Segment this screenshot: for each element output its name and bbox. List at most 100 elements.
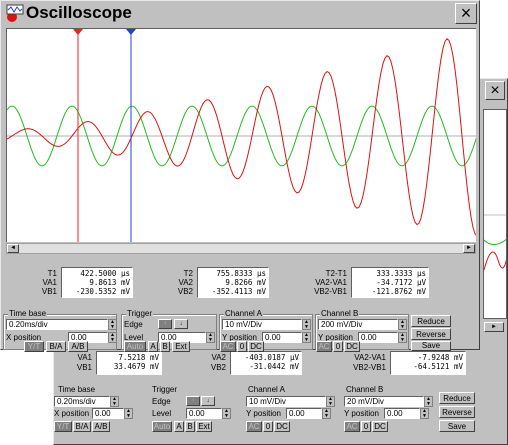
scope-display (7, 29, 476, 242)
back-channel-a-zero-button[interactable]: 0 (263, 421, 273, 432)
back-auto-button[interactable]: Auto (152, 421, 172, 432)
reverse-button[interactable]: Reverse (411, 328, 451, 340)
va2-value: 9.8266 mV (225, 278, 266, 287)
back-scroll-right-button[interactable]: ► (484, 322, 504, 332)
back-channel-b-ypos-field[interactable]: 0.00 (384, 408, 420, 419)
back-trig-a-button[interactable]: A (174, 421, 184, 432)
back-timebase-field[interactable]: 0.20ms/div (54, 396, 110, 407)
readout-t2: 755.8333 µs 9.8266 mV -352.4113 mV (197, 267, 269, 298)
save-button[interactable]: Save (411, 341, 451, 351)
scroll-right-button[interactable]: ► (463, 244, 475, 253)
back-timebase-title: Time base (58, 385, 96, 394)
va1-value: 9.8613 mV (89, 278, 130, 287)
back-level-field[interactable]: 0.00 (186, 408, 222, 419)
readout-delta: 333.3333 µs -34.7172 µV -121.8762 mV (351, 267, 429, 298)
back-ab-button[interactable]: A/B (92, 421, 110, 432)
back-channel-a-ypos-spinner[interactable]: ▲ ▼ (322, 408, 331, 419)
channel-a-scale-field[interactable]: 10 mV/Div (222, 319, 302, 330)
back-channel-b-dc-button[interactable]: DC (372, 421, 388, 432)
scroll-left-button[interactable]: ◄ (7, 244, 19, 253)
channel-b-scale-spinner[interactable]: ▲ ▼ (398, 319, 407, 330)
back-channel-b-spinner[interactable]: ▲ ▼ (424, 396, 433, 407)
back-reduce-button[interactable]: Reduce (439, 392, 475, 404)
back-label-vb1: VB1 (76, 363, 92, 372)
back-level-label: Level (152, 409, 172, 418)
label-t1: T1 (47, 269, 57, 278)
back-channel-a-title: Channel A (248, 385, 285, 394)
label-va1: VA1 (42, 278, 57, 287)
back-readout-b: -403.0187 µV -31.0442 mV (230, 351, 302, 375)
back-channel-a-field[interactable]: 10 mV/Div (246, 396, 326, 407)
back-channel-b-ac-button[interactable]: AC (344, 421, 360, 432)
front-bottom-controls: Y/T B/A A/B Auto A B Ext AC 0 DC (0, 340, 264, 352)
back-channel-b-ypos-spinner[interactable]: ▲ ▼ (420, 408, 429, 419)
front-bottom-controls-b: AC 0 DC (316, 340, 376, 352)
oscilloscope-icon (6, 4, 24, 22)
back-reverse-button[interactable]: Reverse (439, 406, 475, 418)
trig-ext-button[interactable]: Ext (172, 341, 190, 352)
timebase-spinner[interactable]: ▲ ▼ (108, 319, 117, 330)
channel-a-ypos-spinner[interactable]: ▲ ▼ (302, 332, 311, 343)
cursor-1-handle[interactable] (73, 29, 83, 35)
scope-screen (6, 28, 476, 242)
channel-a-zero-button[interactable]: 0 (237, 341, 247, 352)
back-close-button[interactable]: × (485, 81, 505, 100)
channel-a-ypos-field[interactable]: 0.00 (262, 332, 302, 343)
back-ba-button[interactable]: B/A (73, 421, 91, 432)
cursor-2-handle[interactable] (126, 29, 136, 35)
label-vb2: VB2 (177, 287, 193, 296)
label-vb1: VB1 (41, 287, 57, 296)
channel-b-ac-button[interactable]: AC (316, 341, 332, 352)
channel-a-scale-spinner[interactable]: ▲ ▼ (302, 319, 311, 330)
back-label-va2: VA2 (211, 353, 226, 362)
channel-b-trace (7, 38, 476, 236)
back-channel-a-spinner[interactable]: ▲ ▼ (326, 396, 335, 407)
t1-value: 422.5000 µs (80, 269, 130, 278)
back-edge-rising-button[interactable]: ↑ (186, 396, 200, 406)
trig-a-button[interactable]: A (148, 341, 158, 352)
label-va2: VA2 (178, 278, 193, 287)
channel-b-zero-button[interactable]: 0 (333, 341, 343, 352)
channel-b-dc-button[interactable]: DC (344, 341, 360, 352)
back-channel-a-ac-button[interactable]: AC (246, 421, 262, 432)
back-edge-label: Edge (152, 397, 171, 406)
back-channel-b-zero-button[interactable]: 0 (361, 421, 371, 432)
back-channel-b-field[interactable]: 20 mV/Div (344, 396, 424, 407)
ab-button[interactable]: A/B (68, 341, 88, 352)
back-label-va2-va1: VA2-VA1 (354, 353, 386, 362)
back-trig-ext-button[interactable]: Ext (196, 421, 212, 432)
back-yt-button[interactable]: Y/T (54, 421, 72, 432)
vb1-value: -230.5352 mV (75, 287, 130, 296)
edge-falling-button[interactable]: ↓ (174, 319, 188, 329)
yt-button[interactable]: Y/T (24, 341, 44, 352)
back-xpos-field[interactable]: 0.00 (92, 408, 124, 419)
back-channel-a-ypos-field[interactable]: 0.00 (286, 408, 322, 419)
horizontal-scrollbar[interactable]: ◄ ► (6, 243, 476, 254)
close-button[interactable]: × (455, 3, 477, 24)
back-save-button[interactable]: Save (439, 420, 475, 432)
reduce-button[interactable]: Reduce (411, 315, 451, 327)
back-trig-b-button[interactable]: B (185, 421, 195, 432)
back-va2-va1-value: -7.9248 mV (417, 353, 463, 362)
auto-button[interactable]: Auto (124, 341, 146, 352)
back-va2-value: -403.0187 µV (244, 353, 299, 362)
edge-rising-button[interactable]: ↑ (158, 319, 172, 329)
back-channel-b-title: Channel B (346, 385, 384, 394)
channel-b-ypos-spinner[interactable]: ▲ ▼ (398, 332, 407, 343)
channel-b-title: Channel B (320, 309, 360, 319)
back-channel-a-dc-button[interactable]: DC (274, 421, 290, 432)
timebase-field[interactable]: 0.20ms/div (6, 319, 108, 330)
back-channel-b-group: Channel B 20 mV/Div ▲ ▼ Y position 0.00 ▲… (344, 385, 434, 432)
channel-a-dc-button[interactable]: DC (248, 341, 264, 352)
channel-b-scale-field[interactable]: 200 mV/Div (318, 319, 398, 330)
readout-t1: 422.5000 µs 9.8613 mV -230.5352 mV (61, 267, 133, 298)
back-vb2-value: -31.0442 mV (249, 362, 299, 371)
back-edge-falling-button[interactable]: ↓ (201, 396, 215, 406)
ba-button[interactable]: B/A (46, 341, 66, 352)
back-timebase-spinner[interactable]: ▲ ▼ (110, 396, 119, 407)
back-vb1-value: 33.4679 mV (113, 362, 159, 371)
trig-b-button[interactable]: B (160, 341, 170, 352)
back-level-spinner[interactable]: ▲ ▼ (222, 408, 231, 419)
channel-a-ac-button[interactable]: AC (220, 341, 236, 352)
back-xpos-spinner[interactable]: ▲ ▼ (124, 408, 133, 419)
